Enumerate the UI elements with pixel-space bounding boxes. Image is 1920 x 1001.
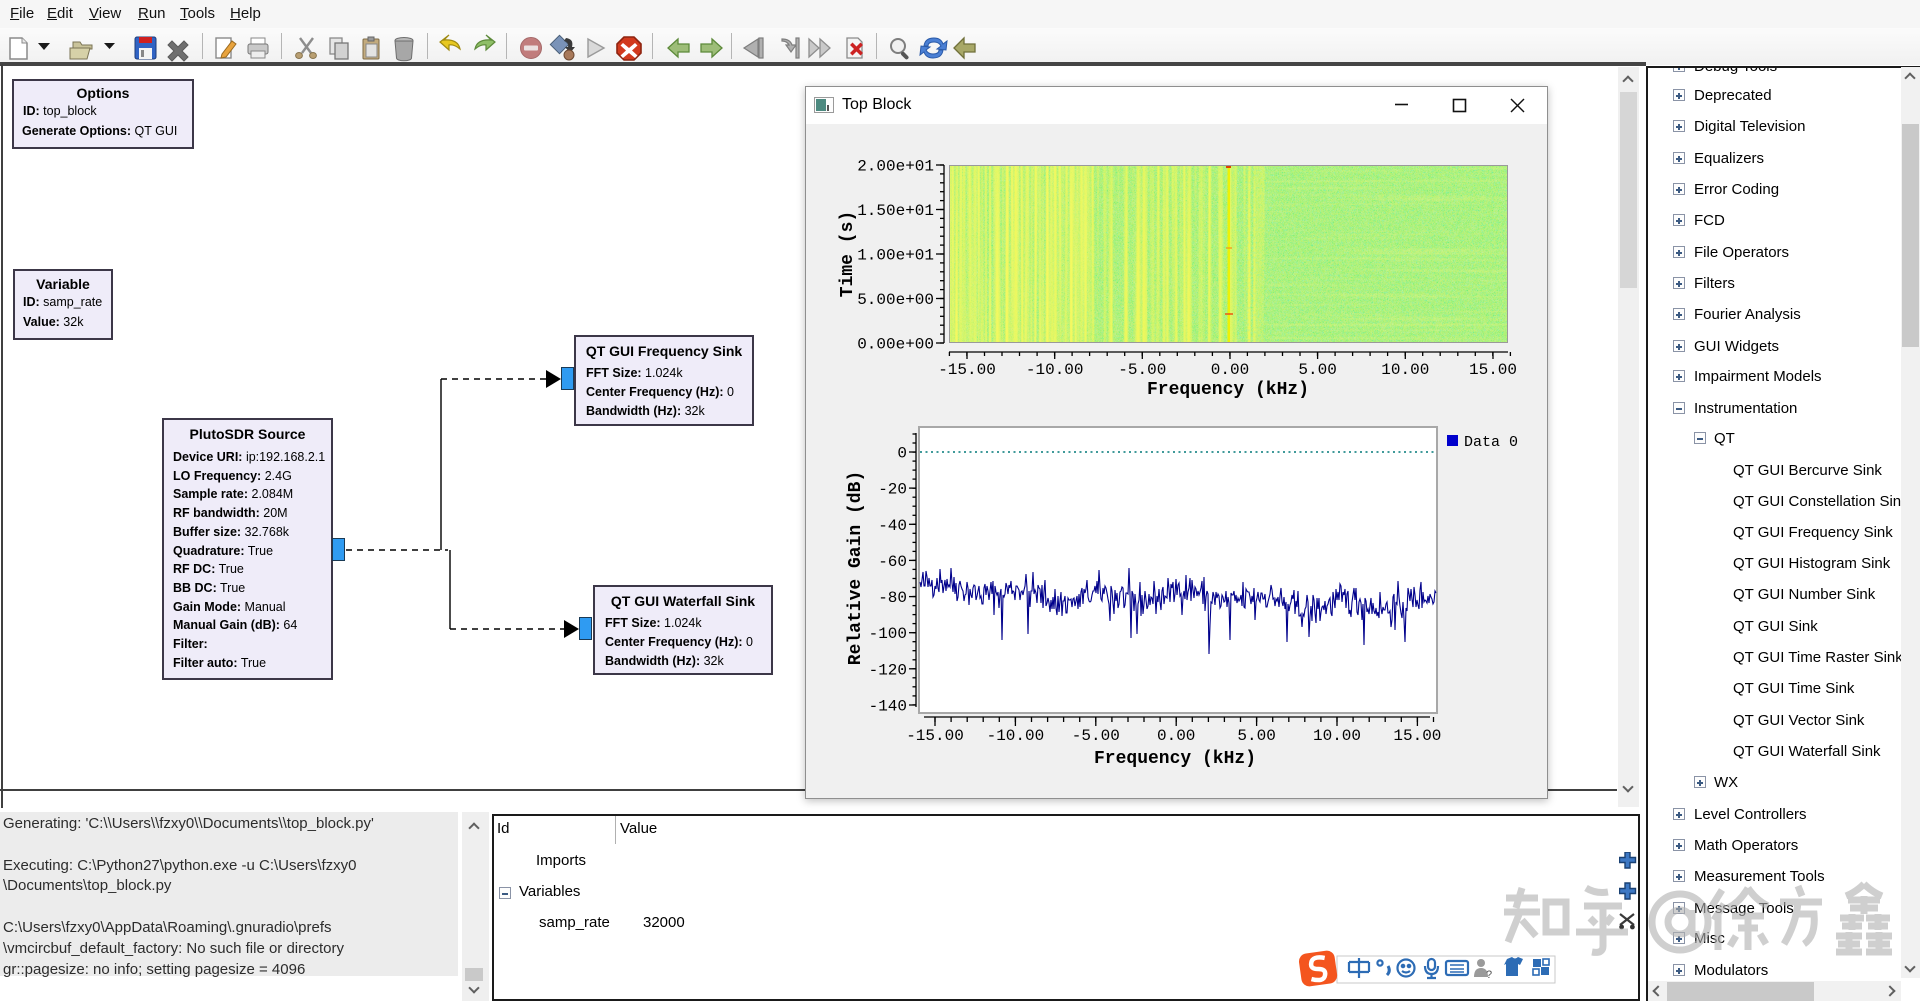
svg-text:Data 0: Data 0 bbox=[1464, 434, 1518, 451]
svg-text:0.00: 0.00 bbox=[1211, 361, 1249, 379]
svg-text:Relative Gain (dB): Relative Gain (dB) bbox=[846, 471, 866, 665]
svg-text:Time (s): Time (s) bbox=[838, 211, 858, 297]
svg-text:-140: -140 bbox=[869, 698, 907, 716]
svg-text:10.00: 10.00 bbox=[1313, 727, 1361, 745]
svg-text:-120: -120 bbox=[869, 661, 907, 679]
svg-text:-5.00: -5.00 bbox=[1072, 727, 1120, 745]
svg-text:-20: -20 bbox=[878, 481, 907, 499]
svg-text:0.00e+00: 0.00e+00 bbox=[857, 336, 934, 354]
svg-text:-10.00: -10.00 bbox=[1026, 361, 1084, 379]
svg-text:-15.00: -15.00 bbox=[938, 361, 996, 379]
svg-text:?: ? bbox=[1486, 969, 1492, 981]
svg-text:10.00: 10.00 bbox=[1381, 361, 1429, 379]
svg-text:0.00: 0.00 bbox=[1157, 727, 1195, 745]
svg-text:2.00e+01: 2.00e+01 bbox=[857, 158, 934, 176]
svg-text:Frequency (kHz): Frequency (kHz) bbox=[1094, 749, 1256, 769]
svg-text:-10.00: -10.00 bbox=[987, 727, 1045, 745]
svg-text:1.50e+01: 1.50e+01 bbox=[857, 202, 934, 220]
svg-text:0: 0 bbox=[897, 445, 907, 463]
svg-text:-5.00: -5.00 bbox=[1118, 361, 1166, 379]
svg-text:-60: -60 bbox=[878, 553, 907, 571]
svg-text:-100: -100 bbox=[869, 625, 907, 643]
svg-text:5.00: 5.00 bbox=[1298, 361, 1336, 379]
svg-text:15.00: 15.00 bbox=[1469, 361, 1517, 379]
svg-text:15.00: 15.00 bbox=[1393, 727, 1441, 745]
svg-text:Frequency (kHz): Frequency (kHz) bbox=[1147, 380, 1309, 400]
svg-text:-80: -80 bbox=[878, 589, 907, 607]
svg-text:5.00e+00: 5.00e+00 bbox=[857, 291, 934, 309]
svg-text:-15.00: -15.00 bbox=[906, 727, 964, 745]
svg-text:5.00: 5.00 bbox=[1237, 727, 1275, 745]
svg-text:1.00e+01: 1.00e+01 bbox=[857, 247, 934, 265]
svg-text:-40: -40 bbox=[878, 517, 907, 535]
